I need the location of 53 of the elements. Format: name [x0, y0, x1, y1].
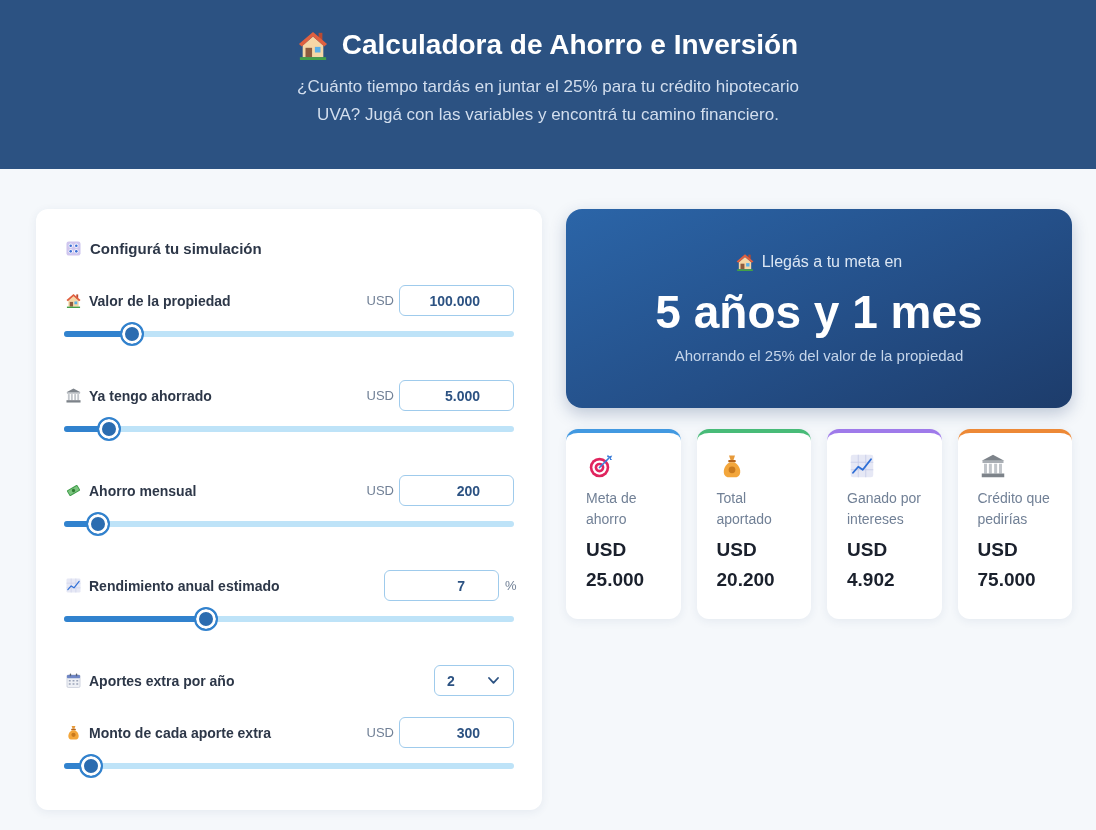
- slider-track[interactable]: [64, 417, 514, 441]
- line-chart-icon: [850, 454, 874, 478]
- number-input[interactable]: 100.000: [399, 285, 514, 316]
- money-bag-icon: [66, 725, 81, 740]
- stat-value: USD 4.902: [847, 538, 896, 592]
- number-input[interactable]: 200: [399, 475, 514, 506]
- bank-icon: [66, 388, 81, 403]
- number-input[interactable]: 7: [384, 570, 499, 601]
- slider-thumb[interactable]: [85, 512, 110, 536]
- field-label: Monto de cada aporte extra: [89, 724, 272, 741]
- stat-value: USD 20.200: [716, 538, 776, 592]
- currency-label: USD: [366, 725, 394, 740]
- chevron-down-icon: [488, 677, 499, 684]
- house-icon: [66, 293, 81, 308]
- target-icon: [589, 454, 613, 478]
- stat-value: USD 25.000: [586, 538, 646, 592]
- unit-label: %: [505, 578, 514, 593]
- stat-label: Meta de ahorro: [586, 489, 638, 529]
- slider-track[interactable]: [64, 607, 514, 631]
- currency-label: USD: [366, 293, 394, 308]
- select-field[interactable]: 2: [434, 665, 514, 696]
- line-chart-icon: [66, 578, 81, 593]
- number-input[interactable]: 300: [399, 717, 514, 748]
- slider-thumb[interactable]: [97, 417, 121, 441]
- page-subtitle: ¿Cuánto tiempo tardás en juntar el 25% para tu crédito hipotecario UVA? Jugá con las variables y encontrá tu camino financiero.: [296, 76, 800, 126]
- field-label: Rendimiento anual estimado: [89, 577, 280, 594]
- control-knobs-icon: [66, 240, 81, 256]
- house-icon: [735, 253, 754, 271]
- stat-label: Total aportado: [716, 489, 773, 529]
- house-icon: [297, 30, 328, 60]
- stat-label: Crédito que pedirías: [977, 489, 1051, 529]
- currency-label: USD: [366, 483, 394, 498]
- page-title: Calculadora de Ahorro e Inversión: [341, 28, 799, 62]
- result-label: Llegás a tu meta en: [761, 253, 903, 271]
- field-label: Ya tengo ahorrado: [89, 387, 212, 404]
- number-input[interactable]: 5.000: [399, 380, 514, 411]
- result-note: Ahorrando el 25% del valor de la propiedad: [674, 346, 964, 366]
- stat-label: Ganado por intereses: [847, 489, 922, 529]
- field-label: Ahorro mensual: [89, 482, 197, 499]
- field-label: Valor de la propiedad: [89, 292, 231, 309]
- bank-icon: [980, 454, 1005, 478]
- result-duration: 5 años y 1 mes: [655, 285, 983, 340]
- calendar-icon: [66, 673, 81, 688]
- slider-thumb[interactable]: [119, 322, 144, 346]
- stat-value: USD 75.000: [977, 538, 1037, 592]
- slider-track[interactable]: [64, 754, 514, 778]
- slider-thumb[interactable]: [193, 607, 218, 631]
- currency-label: USD: [366, 388, 394, 403]
- panel-heading: Configurá tu simulación: [90, 239, 262, 257]
- field-label: Aportes extra por año: [89, 672, 235, 689]
- slider-track[interactable]: [64, 322, 514, 346]
- slider-track[interactable]: [64, 512, 514, 536]
- slider-thumb[interactable]: [79, 754, 103, 778]
